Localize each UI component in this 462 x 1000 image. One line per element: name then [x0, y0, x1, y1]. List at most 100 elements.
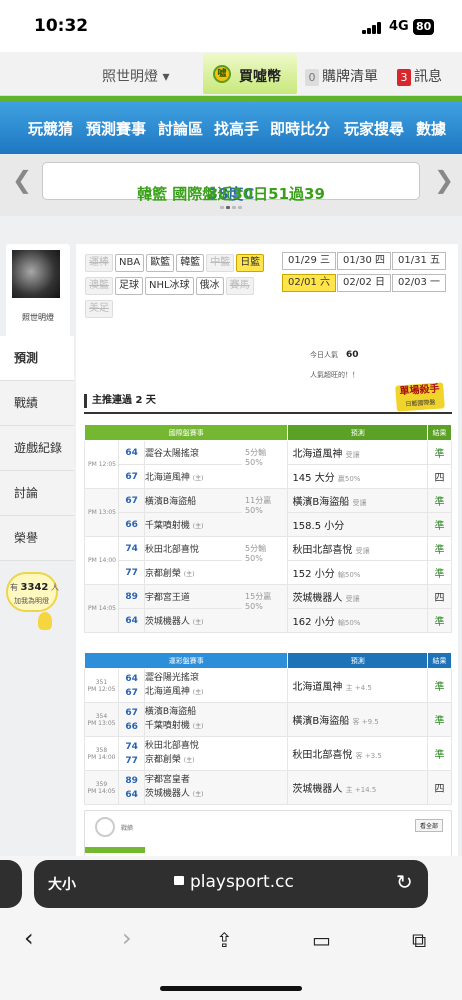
intl-header-game: 國際盤賽事 — [83, 424, 289, 441]
messages-label: 訊息 — [414, 69, 442, 85]
result-cell: 準 — [427, 608, 452, 633]
result-cell: 準 — [427, 560, 452, 585]
messages-button[interactable]: 3 訊息 — [397, 66, 442, 86]
date-tab[interactable]: 02/02 日 — [337, 274, 391, 292]
team-number: 64 — [125, 673, 138, 684]
date-tab[interactable]: 01/29 三 — [282, 252, 336, 270]
date-tab[interactable]: 01/31 五 — [392, 252, 446, 270]
stats-label: 戰績 — [121, 825, 134, 832]
league-tag[interactable]: 俄冰 — [195, 277, 224, 295]
side-item-honor[interactable]: 榮譽 — [0, 516, 74, 561]
result-cell: 準 — [427, 512, 452, 537]
league-tag[interactable]: NBA — [115, 254, 145, 272]
chevron-left-icon[interactable]: ❮ — [12, 166, 32, 194]
status-bar: 10:32 4G 80 — [0, 0, 462, 52]
table-row: 358 PM 14:00 74 77 秋田北部喜悅 京都創榮 (主) 秋田北部喜悅 客 +3… — [84, 736, 452, 771]
team-label: 千葉噴射機 — [144, 721, 190, 731]
reload-icon[interactable]: ↻ — [396, 870, 413, 894]
side-item-record[interactable]: 戰績 — [0, 381, 74, 426]
pick-team: 162 小分 — [292, 617, 335, 628]
nav-item-experts[interactable]: 找高手 — [214, 118, 259, 139]
team-numbers: 67 66 — [117, 702, 145, 737]
game-time: PM 12:05 — [84, 440, 119, 489]
intl-table: 國際盤賽事 預測 結果 PM 12:05 64 澀谷太陽搖滾 5分輸 50% 北海道風神 … — [83, 424, 452, 633]
buy-coin-button[interactable]: 噓 買噓幣 — [203, 54, 297, 94]
address-bar[interactable]: 大小 playsport.cc ↻ — [34, 860, 428, 908]
side-item-discuss[interactable]: 討論 — [0, 471, 74, 516]
league-tag[interactable]: 足球 — [115, 277, 143, 295]
line-text: 11分贏 — [245, 496, 272, 505]
side-menu: 預測 戰績 遊戲紀錄 討論 榮譽 — [0, 336, 74, 561]
lottery-header-pick: 預測 — [287, 652, 429, 669]
lighten-menu[interactable]: 照世明燈 ▾ — [102, 66, 169, 86]
league-tag: 賽馬 — [225, 277, 254, 295]
tabs-icon[interactable]: ⧉ — [412, 928, 426, 952]
table-row: PM 12:05 64 澀谷太陽搖滾 5分輸 50% 北海道風神 受讓準 — [84, 440, 452, 489]
network-type: 4G — [389, 19, 409, 34]
date-tab[interactable]: 01/30 四 — [337, 252, 391, 270]
date-tab[interactable]: 02/03 一 — [392, 274, 446, 292]
prev-tab-handle[interactable] — [0, 860, 22, 908]
url-field[interactable]: playsport.cc — [174, 872, 294, 892]
league-tag[interactable]: 韓籃 — [176, 254, 205, 272]
announcement-box[interactable]: 38度C 韓籃 國際盤近30日51過39 — [42, 162, 420, 203]
team-numbers: 74 77 — [117, 736, 145, 771]
chevron-right-icon[interactable]: ❯ — [434, 166, 454, 194]
pick-note: 主 +4.5 — [345, 684, 372, 692]
forward-icon[interactable]: › — [122, 924, 132, 952]
stats-icon — [95, 817, 115, 837]
follower-count: 有 3342 人 — [10, 582, 59, 593]
follow-lighten-button[interactable]: 有 3342 人 加我為明燈 — [6, 572, 59, 612]
stats-panel: 戰績 看全部 — [84, 810, 452, 856]
coin-icon: 噓 — [213, 65, 231, 83]
text-size-button[interactable]: 大小 — [48, 874, 76, 894]
home-tag: (主) — [183, 571, 195, 578]
team-number: 67 — [125, 707, 138, 718]
team-names: 橫濱B海盜船 千葉噴射機 (主) — [143, 702, 289, 737]
team-number: 89 — [117, 584, 145, 609]
team-label: 北海道風神 — [144, 687, 190, 697]
team-name: 京都創榮 (主) — [143, 560, 243, 585]
table-row: 351 PM 12:05 64 67 澀谷陽光搖滾 北海道風神 (主) 北海道風神 主 +4… — [84, 668, 452, 703]
home-tag: (主) — [192, 791, 204, 798]
status-time: 10:32 — [34, 16, 89, 36]
nav-item-live-score[interactable]: 即時比分 — [270, 118, 330, 139]
team-name: 秋田北部喜悅 — [143, 536, 243, 561]
side-item-predict[interactable]: 預測 — [0, 336, 74, 381]
league-tag[interactable]: 日籃 — [236, 254, 265, 272]
result-cell: 準 — [427, 702, 452, 737]
home-tag: (主) — [192, 619, 204, 626]
league-tag[interactable]: NHL冰球 — [145, 277, 194, 295]
result-cell: 四 — [427, 584, 452, 609]
game-time: PM 12:05 — [87, 685, 116, 693]
pick-team: 145 大分 — [292, 473, 335, 484]
home-tag: (主) — [192, 689, 204, 696]
line-text: 15分贏 — [245, 592, 272, 601]
pick-team: 158.5 小分 — [292, 521, 345, 532]
game-time: PM 14:05 — [87, 787, 116, 795]
nav-item-player-search[interactable]: 玩家搜尋 — [344, 118, 404, 139]
pick-team: 橫濱B海盜船 — [292, 497, 350, 508]
pick-cell: 秋田北部喜悅 受讓 — [287, 536, 428, 561]
date-tab[interactable]: 02/01 六 — [282, 274, 336, 292]
nav-item-game[interactable]: 玩競猜 — [28, 118, 73, 139]
pick-team: 152 小分 — [292, 569, 335, 580]
profile-card[interactable]: 照世明燈 — [6, 244, 70, 344]
league-tag[interactable]: 歐籃 — [146, 254, 175, 272]
team-number: 66 — [117, 512, 145, 537]
team-name: 千葉噴射機 (主) — [145, 719, 288, 734]
view-all-button[interactable]: 看全部 — [414, 819, 443, 832]
serial-number: 359 — [95, 780, 108, 788]
nav-item-data[interactable]: 數據 — [416, 118, 446, 139]
nav-item-forum[interactable]: 討論區 — [158, 118, 203, 139]
pick-cell: 158.5 小分 — [287, 512, 428, 537]
pick-team: 北海道風神 — [292, 449, 343, 460]
cart-button[interactable]: 0 購牌清單 — [305, 66, 378, 86]
back-icon[interactable]: ‹ — [24, 924, 34, 952]
side-item-game-log[interactable]: 遊戲紀錄 — [0, 426, 74, 471]
nav-item-predict[interactable]: 預測賽事 — [86, 118, 146, 139]
share-icon[interactable]: ⇪ — [216, 928, 233, 952]
league-tag: 運棒 — [85, 254, 113, 272]
bookmarks-icon[interactable]: ▭ — [312, 928, 331, 952]
team-name: 京都創榮 (主) — [145, 753, 288, 768]
